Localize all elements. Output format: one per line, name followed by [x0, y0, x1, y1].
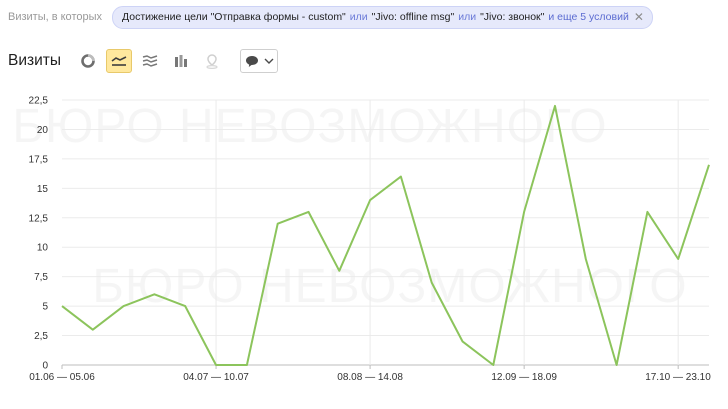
chart-canvas: БЮРО НЕВОЗМОЖНОГОБЮРО НЕВОЗМОЖНОГО02,557…	[12, 96, 712, 384]
y-tick-label: 2,5	[34, 331, 48, 342]
area-chart-icon	[142, 55, 158, 67]
comments-dropdown-button[interactable]	[240, 49, 279, 73]
y-tick-label: 22,5	[29, 96, 49, 107]
segment-filter-pill[interactable]: Достижение цели "Отправка формы - custom…	[112, 5, 653, 29]
bar-chart-button[interactable]	[168, 49, 194, 73]
page-title: Визиты	[8, 52, 62, 69]
close-icon[interactable]: ✕	[634, 11, 644, 23]
pie-chart-button[interactable]	[75, 49, 101, 73]
line-chart-icon	[111, 56, 127, 66]
x-tick-label: 12.09 — 18.09	[491, 372, 557, 383]
area-chart-button[interactable]	[137, 49, 163, 73]
x-tick-label: 08.08 — 14.08	[337, 372, 403, 383]
y-tick-label: 10	[37, 243, 49, 254]
y-tick-label: 15	[37, 184, 49, 195]
y-tick-label: 7,5	[34, 272, 48, 283]
y-tick-label: 20	[37, 125, 49, 136]
line-chart-button[interactable]	[106, 49, 133, 73]
filter-or-1: или	[349, 11, 368, 23]
pie-chart-icon	[81, 54, 95, 68]
y-tick-label: 12,5	[29, 213, 49, 224]
y-tick-label: 5	[42, 302, 48, 313]
map-button[interactable]	[199, 49, 225, 73]
y-tick-label: 17,5	[29, 154, 49, 165]
chart-header: Визиты	[8, 48, 279, 74]
chevron-down-icon	[264, 58, 274, 64]
y-tick-label: 0	[42, 361, 48, 372]
visits-line-chart: БЮРО НЕВОЗМОЖНОГОБЮРО НЕВОЗМОЖНОГО02,557…	[0, 90, 728, 395]
watermark-text: БЮРО НЕВОЗМОЖНОГО	[12, 100, 607, 153]
filter-more-conditions[interactable]: и еще 5 условий	[548, 11, 628, 23]
filter-condition-3: "Jivo: звонок"	[480, 11, 545, 23]
map-icon	[206, 53, 218, 69]
filter-or-2: или	[458, 11, 477, 23]
comment-icon	[245, 55, 258, 67]
x-tick-label: 17.10 — 23.10	[645, 372, 711, 383]
filter-prefix: Визиты, в которых	[8, 11, 102, 23]
filter-condition-1: Достижение цели "Отправка формы - custom…	[122, 11, 346, 23]
bar-chart-icon	[175, 55, 188, 67]
filter-bar: Визиты, в которых Достижение цели "Отпра…	[8, 5, 653, 29]
filter-condition-2: "Jivo: offline msg"	[371, 11, 455, 23]
x-tick-label: 01.06 — 05.06	[29, 372, 95, 383]
x-tick-label: 04.07 — 10.07	[183, 372, 249, 383]
